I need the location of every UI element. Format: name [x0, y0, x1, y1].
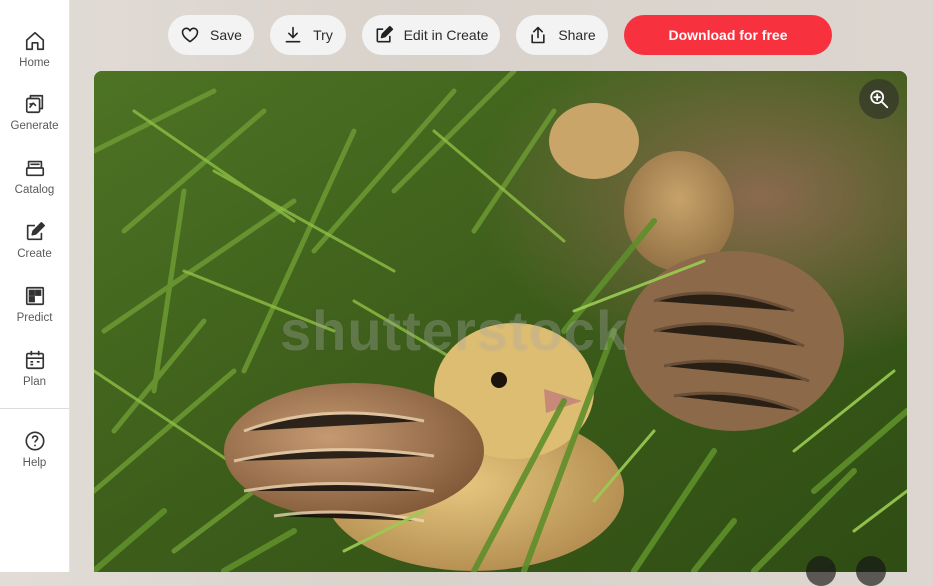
sidebar-item-predict[interactable]: Predict	[0, 285, 69, 341]
try-button-label: Try	[313, 27, 333, 43]
save-button[interactable]: Save	[168, 15, 254, 55]
stock-photo[interactable]	[94, 71, 907, 572]
predict-icon	[25, 286, 44, 306]
share-icon	[531, 26, 545, 44]
image-action-button-2[interactable]	[856, 556, 886, 586]
sidebar-item-create[interactable]: Create	[0, 221, 69, 277]
edit-button-label: Edit in Create	[403, 27, 489, 43]
sidebar-item-plan[interactable]: Plan	[0, 349, 69, 405]
zoom-button[interactable]	[859, 79, 899, 119]
plan-icon	[25, 350, 44, 370]
sidebar-item-label: Catalog	[14, 184, 55, 196]
sidebar-divider	[0, 408, 69, 409]
sidebar-item-home[interactable]: Home	[0, 30, 69, 86]
sidebar-item-catalog[interactable]: Catalog	[0, 157, 69, 213]
catalog-icon	[25, 160, 44, 177]
generate-icon	[25, 94, 43, 114]
sidebar-item-label: Plan	[22, 376, 47, 388]
sidebar-item-label: Home	[19, 57, 50, 69]
download-try-icon	[285, 26, 301, 43]
sidebar-item-label: Predict	[16, 312, 53, 324]
edit-icon	[376, 25, 393, 43]
peafowl-chicks-photo	[94, 71, 907, 572]
sidebar-item-label: Generate	[10, 120, 59, 132]
sidebar: Home Generate Catalog Create Predict Pla…	[0, 0, 70, 572]
sidebar-item-help[interactable]: Help	[0, 430, 69, 486]
download-for-free-button[interactable]: Download for free	[624, 15, 832, 55]
save-button-label: Save	[210, 27, 242, 43]
sidebar-item-label: Help	[22, 457, 47, 469]
create-icon	[26, 222, 45, 241]
help-icon	[24, 431, 45, 451]
try-button[interactable]: Try	[270, 15, 346, 55]
heart-icon	[181, 27, 199, 43]
home-icon	[25, 31, 44, 51]
share-button[interactable]: Share	[516, 15, 608, 55]
share-button-label: Share	[558, 27, 596, 43]
sidebar-item-generate[interactable]: Generate	[0, 93, 69, 149]
image-action-button[interactable]	[806, 556, 836, 586]
edit-in-create-button[interactable]: Edit in Create	[362, 15, 500, 55]
zoom-in-icon	[870, 90, 889, 109]
sidebar-item-label: Create	[17, 248, 52, 260]
